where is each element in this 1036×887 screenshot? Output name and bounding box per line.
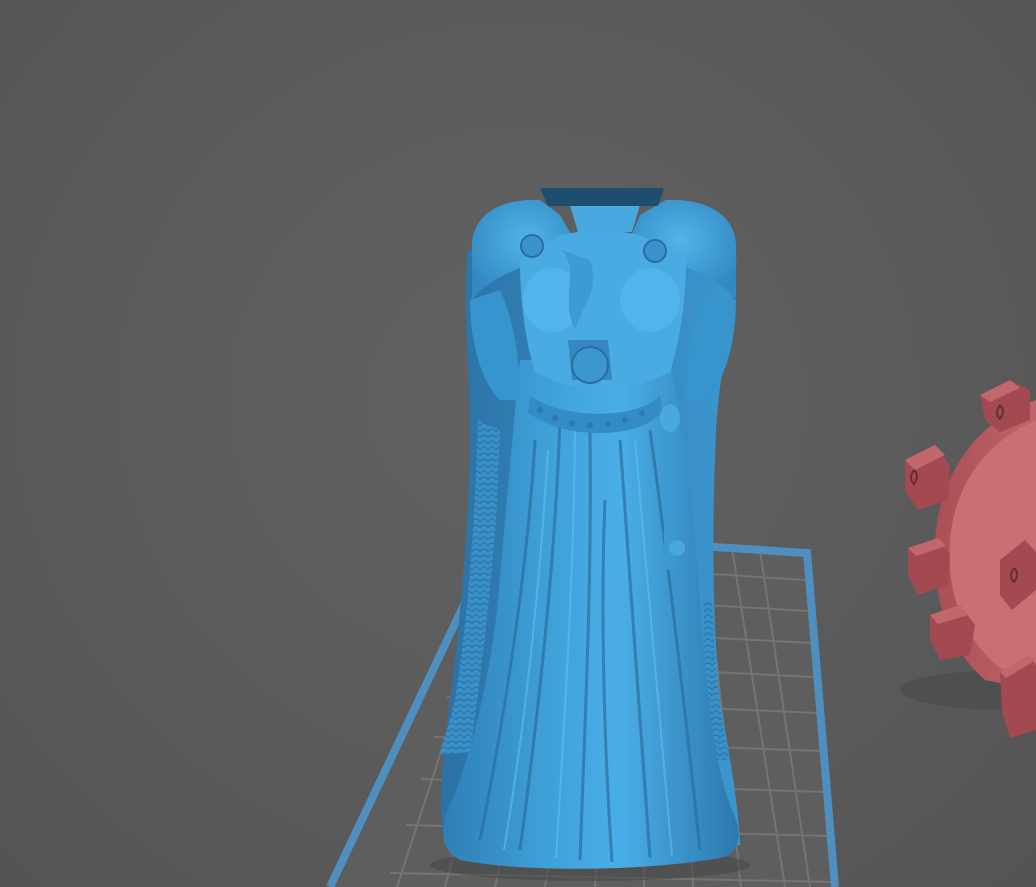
robed-figure-model[interactable] [440,188,740,869]
neck-cut [540,188,664,206]
round-base-model[interactable] [900,380,1036,738]
bodice-right [620,268,680,332]
3d-viewport[interactable] [0,0,1036,887]
brooch-left-icon [520,234,544,258]
brooch-right-icon [643,239,667,263]
scene-canvas[interactable] [0,0,1036,887]
